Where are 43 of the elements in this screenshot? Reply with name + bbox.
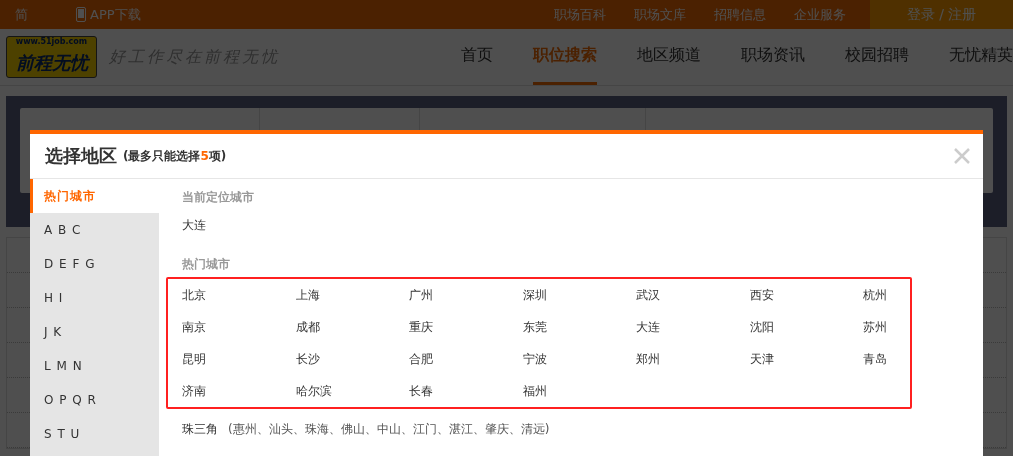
logo-url: www.51job.com [15,37,88,46]
dialog-note: (最多只能选择5项) [123,147,227,165]
city-option[interactable]: 杭州 [863,279,977,311]
city-option[interactable]: 郑州 [636,343,750,375]
city-option[interactable]: 济南 [182,375,296,407]
city-option[interactable]: 天津 [749,343,863,375]
city-option[interactable]: 昆明 [182,343,296,375]
sidebar-item[interactable]: D E F G [30,247,159,281]
city-option[interactable]: 沈阳 [749,311,863,343]
city-option[interactable]: 重庆 [409,311,523,343]
city-option[interactable]: 广州 [409,279,523,311]
city-option[interactable]: 北京 [182,279,296,311]
city-option[interactable]: 武汉 [636,279,750,311]
city-option[interactable]: 西安 [749,279,863,311]
sidebar-item[interactable]: S T U [30,417,159,451]
close-icon[interactable] [953,147,971,165]
sidebar-item[interactable]: A B C [30,213,159,247]
region-name[interactable]: 珠三角 [182,421,218,438]
city-option[interactable]: 苏州 [863,311,977,343]
city-option[interactable]: 宁波 [522,343,636,375]
city-option[interactable]: 成都 [295,311,409,343]
city-option[interactable]: 哈尔滨 [295,375,409,407]
sidebar-item[interactable]: H I [30,281,159,315]
city-option[interactable]: 深圳 [522,279,636,311]
sidebar-item[interactable]: O P Q R [30,383,159,417]
city-option[interactable]: 上海 [295,279,409,311]
city-option[interactable]: 东莞 [522,311,636,343]
city-option[interactable]: 大连 [636,311,750,343]
city-option[interactable]: 长沙 [295,343,409,375]
section-heading: 热门城市 [181,256,231,272]
city-option[interactable]: 长春 [409,375,523,407]
dialog-title: 选择地区 [45,144,117,168]
region-cities: (惠州、汕头、珠海、佛山、中山、江门、湛江、肇庆、清远) [228,421,550,438]
section-heading: 当前定位城市 [181,189,255,205]
sidebar-item[interactable]: J K [30,315,159,349]
sidebar-item[interactable]: L M N [30,349,159,383]
city-option[interactable]: 青岛 [863,343,977,375]
city-option[interactable]: 福州 [522,375,636,407]
logo-text: 前程无忧 [15,51,88,75]
city-option[interactable]: 南京 [182,311,296,343]
city-option[interactable]: 合肥 [409,343,523,375]
current-city[interactable]: 大连 [166,217,983,234]
phone-icon [76,7,86,22]
